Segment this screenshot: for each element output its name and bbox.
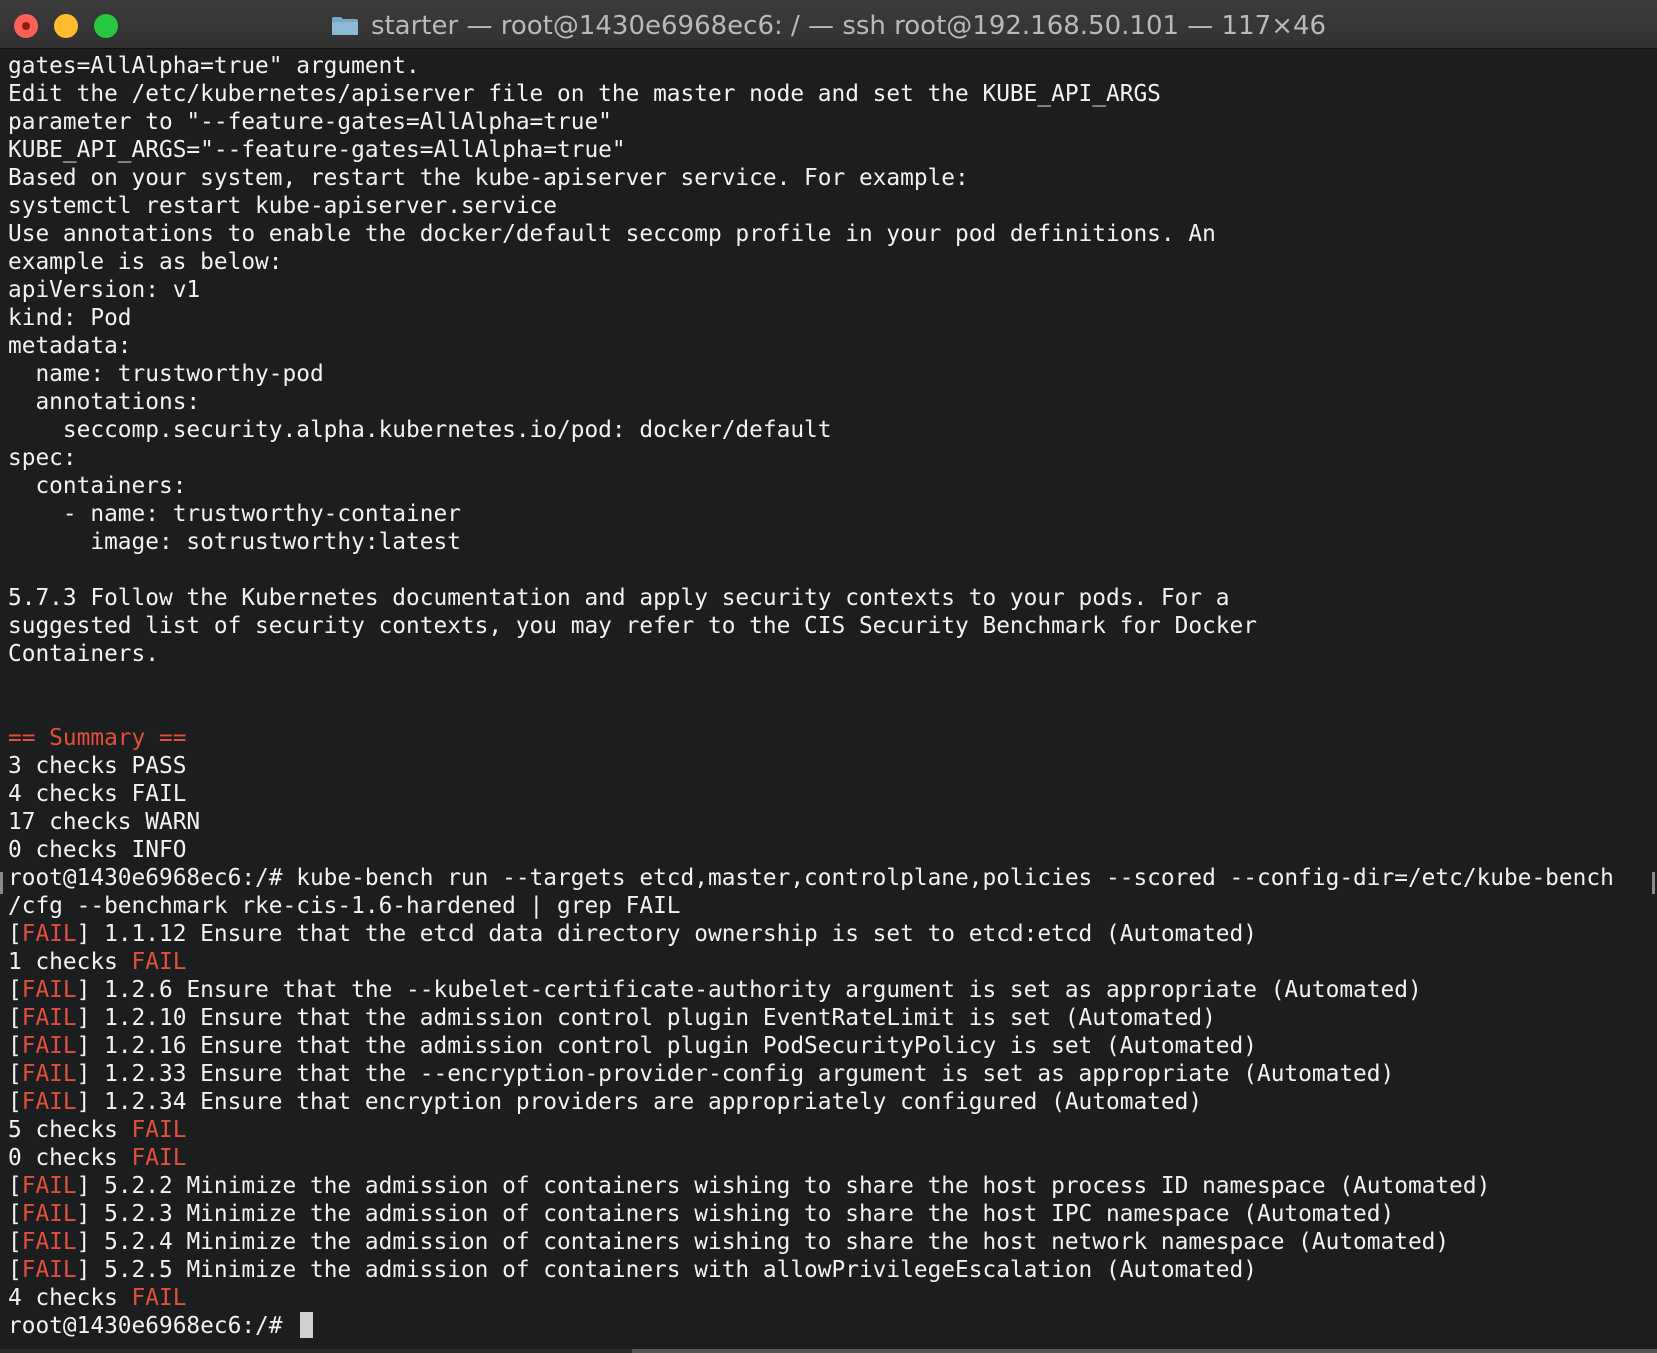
terminal-line: annotations:: [8, 389, 201, 415]
terminal-line: [FAIL] 5.2.4 Minimize the admission of c…: [8, 1229, 1450, 1255]
shell-prompt: root@1430e6968ec6:/#: [0, 1312, 1657, 1340]
terminal-line: root@1430e6968ec6:/# kube-bench run --ta…: [8, 865, 1614, 891]
terminal-line: [FAIL] 5.2.3 Minimize the admission of c…: [8, 1201, 1395, 1227]
window-title-area: starter — root@1430e6968ec6: / — ssh roo…: [0, 0, 1657, 48]
terminal-line: [FAIL] 5.2.2 Minimize the admission of c…: [8, 1173, 1491, 1199]
terminal-line: gates=AllAlpha=true" argument.: [8, 53, 420, 79]
terminal-line: 4 checks FAIL: [8, 781, 187, 807]
line-wrap-marker-left: [0, 872, 3, 894]
terminal-window: starter — root@1430e6968ec6: / — ssh roo…: [0, 0, 1657, 1353]
terminal-line: [FAIL] 1.1.12 Ensure that the etcd data …: [8, 921, 1257, 947]
terminal-line: == Summary ==: [8, 725, 187, 751]
terminal-line: systemctl restart kube-apiserver.service: [8, 193, 557, 219]
terminal-line: 5.7.3 Follow the Kubernetes documentatio…: [8, 585, 1230, 611]
terminal-line: 1 checks FAIL: [8, 949, 187, 975]
line-wrap-marker-right: [1652, 872, 1655, 894]
terminal-line: /cfg --benchmark rke-cis-1.6-hardened | …: [8, 893, 681, 919]
terminal-line: [FAIL] 1.2.16 Ensure that the admission …: [8, 1033, 1257, 1059]
terminal-line: 17 checks WARN: [8, 809, 201, 835]
terminal-line: suggested list of security contexts, you…: [8, 613, 1257, 639]
terminal-line: [FAIL] 1.2.34 Ensure that encryption pro…: [8, 1089, 1203, 1115]
terminal-line: [FAIL] 1.2.10 Ensure that the admission …: [8, 1005, 1216, 1031]
terminal-line: Based on your system, restart the kube-a…: [8, 165, 969, 191]
terminal-line: 5 checks FAIL: [8, 1117, 187, 1143]
terminal-output[interactable]: gates=AllAlpha=true" argument. Edit the /…: [0, 52, 1657, 1340]
terminal-line: KUBE_API_ARGS="--feature-gates=AllAlpha=…: [8, 137, 626, 163]
terminal-line: Containers.: [8, 641, 159, 667]
terminal-line: 4 checks FAIL: [8, 1285, 187, 1311]
terminal-line: 0 checks INFO: [8, 837, 187, 863]
terminal-line: seccomp.security.alpha.kubernetes.io/pod…: [8, 417, 832, 443]
terminal-line: containers:: [8, 473, 187, 499]
terminal-line: Edit the /etc/kubernetes/apiserver file …: [8, 81, 1161, 107]
terminal-line: spec:: [8, 445, 77, 471]
terminal-line: 0 checks FAIL: [8, 1145, 187, 1171]
terminal-line: 3 checks PASS: [8, 753, 187, 779]
terminal-line: image: sotrustworthy:latest: [8, 529, 461, 555]
terminal-line: [FAIL] 1.2.33 Ensure that the --encrypti…: [8, 1061, 1395, 1087]
terminal-line: example is as below:: [8, 249, 283, 275]
terminal-line: name: trustworthy-pod: [8, 361, 324, 387]
terminal-line: apiVersion: v1: [8, 277, 201, 303]
terminal-line: parameter to "--feature-gates=AllAlpha=t…: [8, 109, 612, 135]
scrollbar-thumb[interactable]: [632, 1349, 1657, 1353]
folder-icon: [331, 16, 359, 36]
terminal-line: [FAIL] 5.2.5 Minimize the admission of c…: [8, 1257, 1257, 1283]
terminal-line: [FAIL] 1.2.6 Ensure that the --kubelet-c…: [8, 977, 1422, 1003]
terminal-line: kind: Pod: [8, 305, 132, 331]
terminal-line: metadata:: [8, 333, 132, 359]
terminal-line: - name: trustworthy-container: [8, 501, 461, 527]
window-title: starter — root@1430e6968ec6: / — ssh roo…: [370, 11, 1327, 41]
text-cursor: [300, 1312, 314, 1338]
terminal-line: Use annotations to enable the docker/def…: [8, 221, 1216, 247]
title-bar[interactable]: starter — root@1430e6968ec6: / — ssh roo…: [0, 0, 1657, 49]
horizontal-scrollbar[interactable]: [0, 1349, 1657, 1353]
